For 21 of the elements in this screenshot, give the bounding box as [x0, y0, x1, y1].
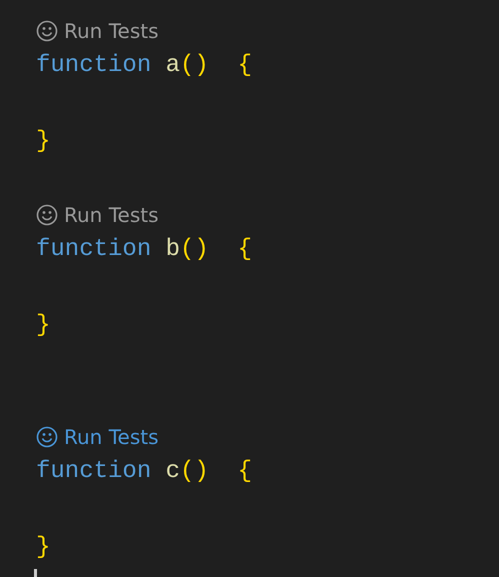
- parentheses: (): [180, 51, 209, 81]
- run-tests-link[interactable]: Run Tests: [36, 16, 159, 46]
- brace: {: [238, 457, 252, 487]
- parentheses: (): [180, 235, 209, 265]
- smiley-icon: [36, 204, 58, 226]
- function-name: c: [166, 457, 180, 487]
- brace: {: [238, 235, 252, 265]
- keyword-text: function: [36, 51, 152, 81]
- smiley-icon: [36, 20, 58, 42]
- brace: }: [36, 311, 50, 341]
- parentheses: (): [180, 457, 209, 487]
- run-tests-link[interactable]: Run Tests: [36, 422, 159, 452]
- run-tests-link[interactable]: Run Tests: [36, 200, 159, 230]
- smiley-icon: [36, 426, 58, 448]
- function-name: a: [166, 51, 180, 81]
- keyword-text: function: [36, 457, 152, 487]
- brace: {: [238, 51, 252, 81]
- brace: }: [36, 127, 50, 157]
- keyword-text: function: [36, 235, 152, 265]
- function-name: b: [166, 235, 180, 265]
- brace: }: [36, 533, 50, 563]
